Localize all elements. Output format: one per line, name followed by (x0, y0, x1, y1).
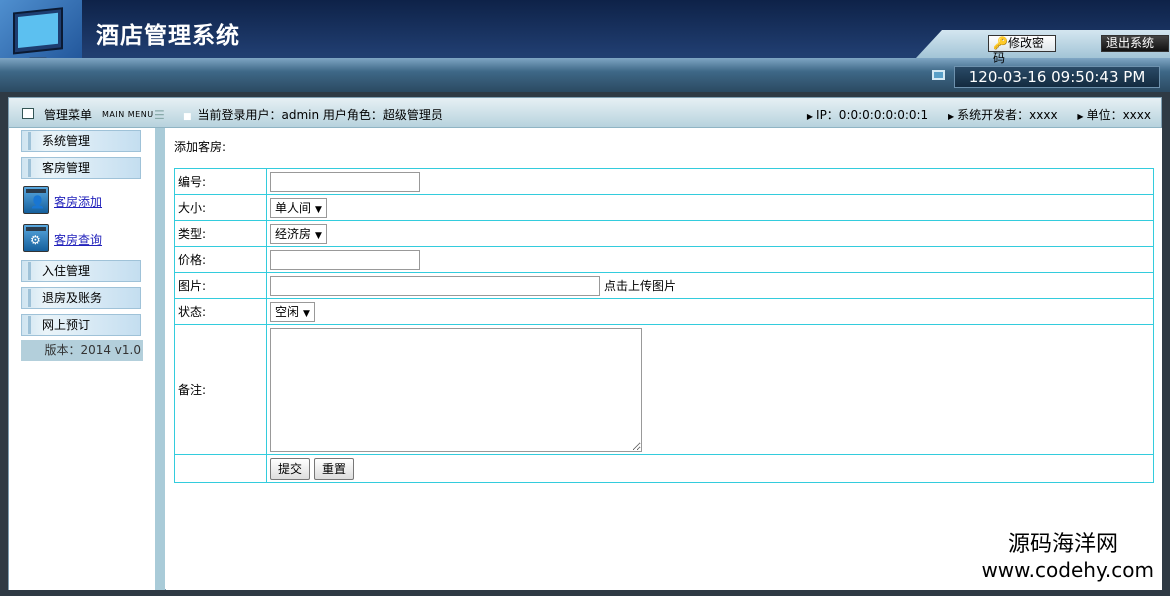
image-label: 图片: (174, 272, 267, 299)
reset-button[interactable]: 重置 (314, 457, 355, 480)
form-row-actions: 提交 重置 (174, 454, 1154, 483)
sidebar-group-checkout[interactable]: 退房及账务 (21, 287, 141, 309)
user-icon: 👤 (23, 186, 49, 214)
image-input[interactable] (270, 275, 600, 296)
sidebar-group-system[interactable]: 系统管理 (21, 130, 141, 152)
ip-address: IP：0:0:0:0:0:0:0:1 (816, 108, 929, 122)
dropdown-arrow-icon: ▼ (303, 308, 310, 319)
change-password-button[interactable]: 🔑修改密码 (988, 35, 1056, 65)
form-row-price: 价格: (174, 246, 1154, 273)
type-label: 类型: (174, 220, 267, 247)
developer-info: 系统开发者：xxxx (957, 108, 1058, 122)
watermark-url: www.codehy.com (981, 558, 1154, 582)
bullet-icon: ■ (183, 112, 192, 122)
add-room-form: 编号: 大小: 单人间 ▼ 类型: 经济房 ▼ 价格: 图片: 点击上传图片 状态: (174, 168, 1154, 483)
status-label: 状态: (174, 298, 267, 325)
number-label: 编号: (174, 168, 267, 195)
submit-button[interactable]: 提交 (270, 457, 311, 480)
form-row-size: 大小: 单人间 ▼ (174, 194, 1154, 221)
watermark-title: 源码海洋网 (1007, 532, 1118, 557)
info-bar: 管理菜单 MAIN MENU ☰ ■ 当前登录用户：admin 用户角色：超级管理… (9, 98, 1161, 128)
current-user-info: ■ 当前登录用户：admin 用户角色：超级管理员 (183, 108, 443, 122)
dropdown-arrow-icon: ▼ (315, 230, 322, 241)
upload-image-link[interactable]: 点击上传图片 (604, 279, 676, 293)
sidebar-group-booking[interactable]: 网上预订 (21, 314, 141, 336)
watermark: 源码海洋网 www.codehy.com (981, 532, 1154, 582)
version-label: 版本：2014 v1.0 (21, 340, 143, 361)
arrow-icon: ▶ (806, 112, 814, 121)
arrow-icon: ▶ (1077, 112, 1084, 121)
menu-title: 管理菜单 (44, 108, 93, 122)
price-input[interactable] (270, 249, 420, 270)
menu-subtitle: MAIN MENU (102, 110, 154, 119)
status-select[interactable]: 空闲 ▼ (270, 301, 315, 322)
monitor-icon (932, 70, 945, 80)
exit-system-button[interactable]: 退出系统 (1101, 35, 1169, 52)
form-row-status: 状态: 空闲 ▼ (174, 298, 1154, 325)
app-title: 酒店管理系统 (96, 22, 240, 49)
type-select[interactable]: 经济房 ▼ (270, 223, 327, 244)
size-label: 大小: (174, 194, 267, 221)
system-info: ▶ IP：0:0:0:0:0:0:0:1 ▶ 系统开发者：xxxx ▶ 单位：xxxx (791, 106, 1151, 123)
price-label: 价格: (174, 246, 267, 273)
room-query-link[interactable]: 客房查询 (54, 231, 102, 248)
form-row-number: 编号: (174, 168, 1154, 195)
menu-icon (22, 108, 34, 119)
form-row-remark: 备注: (174, 324, 1154, 455)
size-select[interactable]: 单人间 ▼ (270, 197, 327, 218)
unit-info: 单位：xxxx (1086, 108, 1151, 122)
section-title: 添加客房: (174, 140, 227, 154)
number-input[interactable] (270, 171, 420, 192)
main-frame: 管理菜单 MAIN MENU ☰ ■ 当前登录用户：admin 用户角色：超级管理… (8, 97, 1162, 590)
sidebar-group-rooms[interactable]: 客房管理 (21, 157, 141, 179)
gear-icon: ⚙ (23, 224, 49, 252)
arrow-icon: ▶ (948, 112, 955, 121)
content-area: 添加客房: 编号: 大小: 单人间 ▼ 类型: 经济房 ▼ 价格: 图片: 点击上传… (166, 128, 1162, 590)
key-icon: 🔑 (993, 36, 1008, 50)
form-row-image: 图片: 点击上传图片 (174, 272, 1154, 299)
dropdown-arrow-icon: ▼ (315, 204, 322, 215)
remark-textarea[interactable] (270, 327, 642, 452)
sidebar-item-room-query[interactable]: ⚙ 客房查询 (21, 224, 146, 254)
room-add-link[interactable]: 客房添加 (54, 193, 102, 210)
form-row-type: 类型: 经济房 ▼ (174, 220, 1154, 247)
remark-label: 备注: (174, 324, 267, 455)
datetime-display: 120-03-16 09:50:43 PM (954, 66, 1160, 88)
list-icon[interactable]: ☰ (154, 108, 165, 122)
sidebar: 系统管理 客房管理 👤 客房添加 ⚙ 客房查询 入住管理 退房及账务 网上预订 … (9, 128, 165, 590)
sidebar-group-checkin[interactable]: 入住管理 (21, 260, 141, 282)
sidebar-item-room-add[interactable]: 👤 客房添加 (21, 186, 146, 216)
app-header: 酒店管理系统 🔑修改密码 退出系统 120-03-16 09:50:43 PM (0, 0, 1170, 92)
